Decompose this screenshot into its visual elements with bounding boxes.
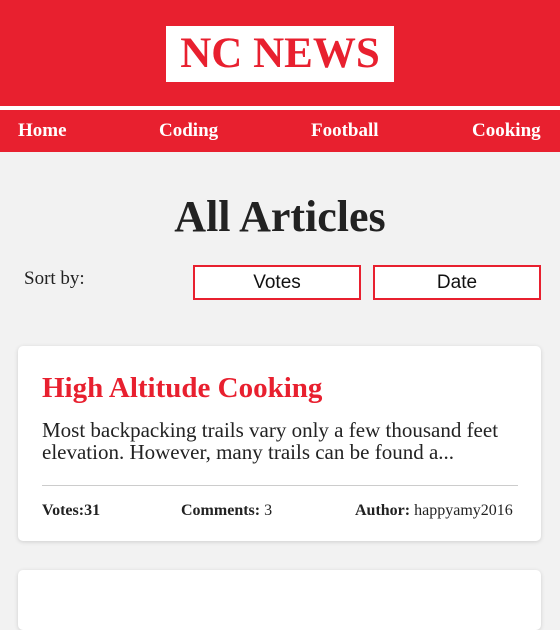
comments-label: Comments: bbox=[181, 502, 261, 519]
topic-nav: Home Coding Football Cooking bbox=[0, 110, 560, 152]
votes-count: 31 bbox=[84, 502, 101, 519]
article-card[interactable]: High Altitude Cooking Most backpacking t… bbox=[18, 346, 541, 541]
votes-label: Votes: bbox=[42, 502, 85, 519]
article-excerpt: Most backpacking trails vary only a few … bbox=[42, 418, 499, 464]
nav-item-coding[interactable]: Coding bbox=[159, 110, 218, 152]
sort-votes-button[interactable]: Votes bbox=[193, 265, 361, 300]
nav-item-home[interactable]: Home bbox=[18, 110, 67, 152]
page-title: All Articles bbox=[174, 192, 386, 241]
sort-date-button[interactable]: Date bbox=[373, 265, 541, 300]
article-votes: Votes:31 bbox=[42, 501, 100, 521]
nav-item-football[interactable]: Football bbox=[311, 110, 379, 152]
article-author: Author: happyamy2016 bbox=[355, 501, 513, 521]
comments-count: 3 bbox=[264, 502, 273, 519]
article-comments: Comments: 3 bbox=[181, 501, 272, 521]
card-divider bbox=[42, 485, 518, 486]
nav-item-cooking[interactable]: Cooking bbox=[472, 110, 541, 152]
author-label: Author: bbox=[355, 502, 411, 519]
sort-label: Sort by: bbox=[24, 268, 85, 289]
site-header: NC NEWS bbox=[0, 0, 560, 106]
site-logo[interactable]: NC NEWS bbox=[166, 26, 394, 82]
article-title[interactable]: High Altitude Cooking bbox=[42, 370, 322, 406]
author-name: happyamy2016 bbox=[414, 502, 513, 519]
article-card-next[interactable] bbox=[18, 570, 541, 630]
